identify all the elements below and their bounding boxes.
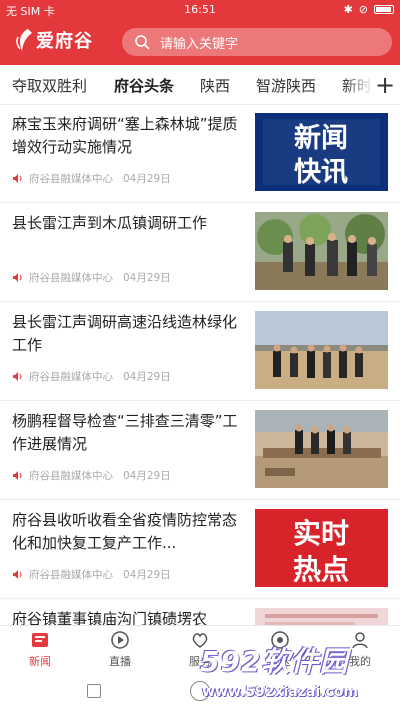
- news-title: 杨鹏程督导检查“三排查三清零”工作进展情况: [12, 412, 238, 453]
- speaker-icon[interactable]: [12, 173, 23, 184]
- news-date: 04月29日: [123, 173, 171, 185]
- field-photo: [255, 311, 388, 389]
- status-icons: ✱ ⊘: [344, 3, 394, 16]
- news-flash-graphic: 新闻 快讯: [255, 113, 388, 191]
- thumb-text-kuaixun: 快讯: [294, 157, 348, 188]
- nav-label: 直播: [109, 655, 131, 668]
- news-title: 县长雷江声调研高速沿线造林绿化工作: [12, 313, 238, 354]
- add-channel-icon[interactable]: +: [370, 65, 400, 104]
- orchard-photo: [255, 212, 388, 290]
- channel-tabs: 夺取双胜利 府谷头条 陕西 智游陕西 新时 +: [0, 65, 400, 105]
- watermark-url: www.592xiazai.com: [202, 684, 358, 700]
- news-date: 04月29日: [123, 371, 171, 383]
- news-item[interactable]: 杨鹏程督导检查“三排查三清零”工作进展情况 府谷县融媒体中心 04月29日: [0, 402, 400, 500]
- thumb-text-redian: 热点: [293, 553, 349, 586]
- news-thumbnail: 实时 热点: [255, 509, 388, 587]
- news-item[interactable]: 县长雷江声到木瓜镇调研工作 府谷县融媒体中心 04月29日: [0, 204, 400, 302]
- news-date: 04月29日: [123, 569, 171, 581]
- speaker-icon[interactable]: [12, 569, 23, 580]
- news-meta: 府谷县融媒体中心 04月29日: [12, 171, 171, 186]
- news-source: 府谷县融媒体中心: [29, 272, 113, 284]
- speaker-icon[interactable]: [12, 371, 23, 382]
- news-source: 府谷县融媒体中心: [29, 470, 113, 482]
- app-screen: 无 SIM 卡 16:51 ✱ ⊘ 爱府谷 请输入关键字 夺取双胜利 府谷头条 …: [0, 0, 400, 711]
- news-source: 府谷县融媒体中心: [29, 371, 113, 383]
- news-meta: 府谷县融媒体中心 04月29日: [12, 270, 171, 285]
- tab-shaanxi[interactable]: 陕西: [200, 75, 230, 96]
- news-thumbnail: 新闻 快讯: [255, 113, 388, 191]
- news-thumbnail: [255, 410, 388, 488]
- news-title: 县长雷江声到木瓜镇调研工作: [12, 214, 208, 232]
- construction-photo: [255, 410, 388, 488]
- news-meta: 府谷县融媒体中心 04月29日: [12, 567, 171, 582]
- news-thumbnail: [255, 608, 388, 625]
- hot-news-graphic: 实时 热点: [255, 509, 388, 587]
- silent-icon: ⊘: [358, 3, 368, 16]
- speaker-icon[interactable]: [12, 470, 23, 481]
- app-logo: 爱府谷: [14, 27, 93, 53]
- tab-fugu-headlines[interactable]: 府谷头条: [114, 75, 174, 96]
- news-source: 府谷县融媒体中心: [29, 569, 113, 581]
- thumb-text-shi: 实时: [293, 517, 349, 550]
- news-source: 府谷县融媒体中心: [29, 173, 113, 185]
- news-thumbnail: [255, 311, 388, 389]
- news-item[interactable]: 府谷镇董事镇庙沟门镇碛塄农: [0, 600, 400, 625]
- search-bar[interactable]: 请输入关键字: [122, 28, 392, 56]
- news-meta: 府谷县融媒体中心 04月29日: [12, 468, 171, 483]
- search-icon: [135, 35, 150, 50]
- nav-live[interactable]: 直播: [90, 630, 150, 669]
- news-thumbnail: [255, 212, 388, 290]
- news-item[interactable]: 府谷县收听收看全省疫情防控常态化和加快复工复产工作... 府谷县融媒体中心 04…: [0, 501, 400, 599]
- app-header: 无 SIM 卡 16:51 ✱ ⊘ 爱府谷 请输入关键字: [0, 0, 400, 65]
- news-date: 04月29日: [123, 272, 171, 284]
- watermark: 592软件园 www.592xiazai.com: [190, 640, 400, 711]
- tab-zhiyou-shaanxi[interactable]: 智游陕西: [256, 75, 316, 96]
- nav-news[interactable]: 新闻: [10, 630, 70, 669]
- clock: 16:51: [184, 3, 216, 16]
- status-bar: 无 SIM 卡 16:51 ✱ ⊘: [0, 0, 400, 19]
- news-item[interactable]: 县长雷江声调研高速沿线造林绿化工作 府谷县融媒体中心 04月29日: [0, 303, 400, 401]
- news-title: 府谷镇董事镇庙沟门镇碛塄农: [12, 610, 208, 625]
- recents-button[interactable]: [87, 684, 101, 698]
- bluetooth-icon: ✱: [343, 3, 353, 16]
- watermark-brand: 592软件园: [200, 645, 349, 678]
- news-list: 麻宝玉来府调研“塞上森林城”提质增效行动实施情况 府谷县融媒体中心 04月29日…: [0, 105, 400, 625]
- news-icon: [32, 633, 48, 647]
- news-title: 麻宝玉来府调研“塞上森林城”提质增效行动实施情况: [12, 115, 238, 156]
- speaker-icon[interactable]: [12, 272, 23, 283]
- logo-icon: [16, 29, 32, 51]
- news-meta: 府谷县融媒体中心 04月29日: [12, 369, 171, 384]
- play-icon: [111, 631, 129, 649]
- news-title: 府谷县收听收看全省疫情防控常态化和加快复工复产工作...: [12, 511, 238, 552]
- tab-duoqu[interactable]: 夺取双胜利: [12, 75, 87, 96]
- banner-graphic: [255, 608, 388, 625]
- app-name: 爱府谷: [36, 31, 93, 52]
- news-item[interactable]: 麻宝玉来府调研“塞上森林城”提质增效行动实施情况 府谷县融媒体中心 04月29日…: [0, 105, 400, 203]
- battery-icon: [374, 5, 394, 14]
- nav-label: 新闻: [29, 655, 51, 668]
- thumb-text-xinwen: 新闻: [294, 122, 348, 154]
- news-date: 04月29日: [123, 470, 171, 482]
- search-placeholder: 请输入关键字: [160, 36, 239, 52]
